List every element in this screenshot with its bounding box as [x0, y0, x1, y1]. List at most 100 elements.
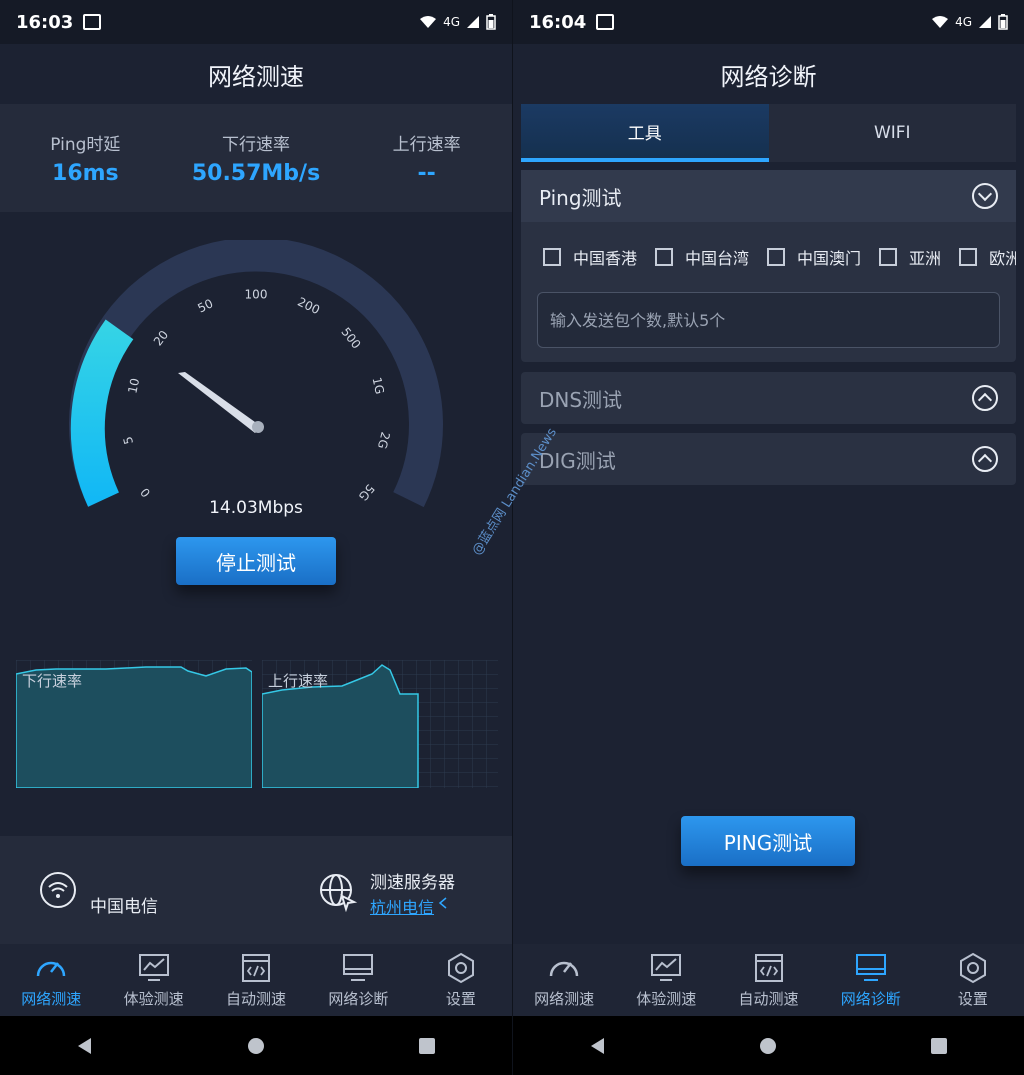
- region-checkbox[interactable]: 中国台湾: [655, 245, 749, 269]
- section-title: DIG测试: [539, 448, 616, 473]
- status-bar: 16:03 4G: [0, 0, 512, 44]
- wifi-circle-icon: [40, 872, 76, 908]
- speedometer-icon: [36, 961, 66, 976]
- gauge-tick: 5: [121, 435, 136, 446]
- monitor-chart-icon: [138, 953, 169, 981]
- home-icon[interactable]: [246, 1036, 266, 1056]
- tab-bar: 工具 WIFI: [521, 104, 1016, 162]
- screenshot-pair: 16:03 4G 网络测速 Ping时延 16ms 下行速率 50.57Mb/s…: [0, 0, 1024, 1075]
- checkbox-box[interactable]: [879, 248, 898, 266]
- checkbox-box[interactable]: [767, 248, 786, 266]
- globe-icon: [320, 874, 358, 912]
- section-title: Ping测试: [539, 185, 622, 210]
- nav-auto-test[interactable]: 自动测速: [205, 944, 307, 1016]
- region-checkbox[interactable]: 中国香港: [543, 245, 637, 269]
- stat-value: 50.57Mb/s: [191, 161, 321, 186]
- system-nav-bar: [0, 1016, 512, 1075]
- gauge-tick: 100: [245, 288, 268, 302]
- nav-speed-test[interactable]: 网络测速: [513, 944, 615, 1016]
- gauge-needle-hub: [252, 421, 264, 433]
- wifi-icon: [932, 16, 949, 28]
- nav-settings[interactable]: 设置: [922, 944, 1024, 1016]
- server-panel: 中国电信 测速服务器 杭州电信: [0, 836, 512, 944]
- packet-count-field[interactable]: [537, 292, 1000, 348]
- packet-count-input[interactable]: [548, 309, 989, 331]
- stat-upload: 上行速率 --: [341, 104, 512, 212]
- speedometer-icon: [549, 961, 579, 976]
- nav-label: 体验测速: [636, 989, 697, 1008]
- home-icon[interactable]: [758, 1036, 778, 1056]
- gauge-needle: [178, 372, 262, 433]
- dns-section-header[interactable]: DNS测试: [521, 372, 1016, 424]
- nav-speed-test[interactable]: 网络测速: [0, 944, 102, 1016]
- tab-wifi[interactable]: WIFI: [769, 104, 1017, 162]
- network-type: 4G: [443, 15, 460, 29]
- server-select-link[interactable]: 杭州电信: [370, 894, 434, 918]
- nav-diagnosis[interactable]: 网络诊断: [307, 944, 409, 1016]
- speed-gauge: 0 5 10 20 50 100 200 500 1G 2G 5G: [69, 240, 443, 508]
- monitor-icon: [855, 953, 886, 981]
- nav-settings[interactable]: 设置: [410, 944, 512, 1016]
- checkbox-box[interactable]: [543, 248, 561, 266]
- tab-tools[interactable]: 工具: [521, 104, 769, 162]
- nav-diagnosis[interactable]: 网络诊断: [820, 944, 922, 1016]
- region-label: 中国澳门: [797, 249, 862, 268]
- current-speed: 14.03Mbps: [209, 498, 303, 518]
- region-label: 亚洲: [909, 249, 942, 268]
- stat-ping: Ping时延 16ms: [0, 104, 171, 212]
- system-nav-bar: [513, 1016, 1024, 1075]
- recents-icon[interactable]: [929, 1036, 949, 1056]
- dns-section: DNS测试: [521, 372, 1016, 424]
- download-chart: 下行速率: [16, 660, 252, 788]
- nav-auto-test[interactable]: 自动测速: [717, 944, 819, 1016]
- dig-section: DIG测试: [521, 433, 1016, 485]
- region-label: 中国香港: [573, 249, 638, 268]
- settings-hexagon-icon: [959, 952, 986, 983]
- chevron-up-icon[interactable]: [972, 446, 998, 472]
- bottom-nav: 网络测速 体验测速 自动测速 网络诊断 设置: [0, 944, 512, 1016]
- nav-label: 设置: [445, 989, 476, 1008]
- nav-label: 体验测速: [123, 989, 184, 1008]
- gauge-tick: 200: [295, 295, 322, 318]
- region-checkbox[interactable]: 亚洲: [879, 245, 941, 269]
- gauge-tick: 10: [125, 377, 142, 395]
- nav-experience-test[interactable]: 体验测速: [615, 944, 717, 1016]
- settings-hexagon-icon: [447, 952, 474, 983]
- chart-title: 下行速率: [22, 672, 83, 690]
- wifi-icon: [420, 16, 437, 28]
- region-checkbox[interactable]: 中国澳门: [767, 245, 861, 269]
- upload-chart: 上行速率: [262, 660, 498, 788]
- chart-title: 上行速率: [268, 672, 329, 690]
- battery-icon: [998, 14, 1008, 30]
- network-diagnosis-screen: 16:04 4G 网络诊断 工具 WIFI Ping测试 中国香港 中国台湾 中…: [512, 0, 1024, 1075]
- status-bar: 16:04 4G: [513, 0, 1024, 44]
- checkbox-box[interactable]: [655, 248, 674, 266]
- chevron-up-icon[interactable]: [972, 385, 998, 411]
- image-notification-icon: [83, 14, 102, 30]
- stats-panel: Ping时延 16ms 下行速率 50.57Mb/s 上行速率 --: [0, 104, 512, 212]
- caret-left-icon[interactable]: [438, 896, 448, 910]
- back-icon[interactable]: [75, 1036, 95, 1056]
- chevron-down-icon[interactable]: [972, 183, 998, 209]
- nav-experience-test[interactable]: 体验测速: [102, 944, 204, 1016]
- monitor-icon: [343, 953, 374, 981]
- back-icon[interactable]: [588, 1036, 608, 1056]
- stop-test-button[interactable]: 停止测试: [176, 537, 336, 585]
- code-window-icon: [754, 953, 783, 982]
- stat-label: 下行速率: [222, 135, 290, 155]
- region-checkbox[interactable]: 欧洲: [959, 245, 1016, 269]
- ping-test-button[interactable]: PING测试: [681, 816, 855, 866]
- stat-label: Ping时延: [50, 135, 121, 155]
- recents-icon[interactable]: [417, 1036, 437, 1056]
- checkbox-box[interactable]: [959, 248, 978, 266]
- ping-section-header[interactable]: Ping测试: [521, 170, 1016, 222]
- monitor-chart-icon: [651, 953, 682, 981]
- code-window-icon: [242, 953, 271, 982]
- nav-label: 自动测速: [738, 989, 799, 1008]
- gauge-tick: 500: [338, 325, 363, 352]
- section-title: DNS测试: [539, 387, 623, 412]
- region-label: 中国台湾: [685, 249, 750, 268]
- dig-section-header[interactable]: DIG测试: [521, 433, 1016, 485]
- gauge-tick: 1G: [370, 376, 387, 395]
- gauge-progress: [70, 319, 134, 507]
